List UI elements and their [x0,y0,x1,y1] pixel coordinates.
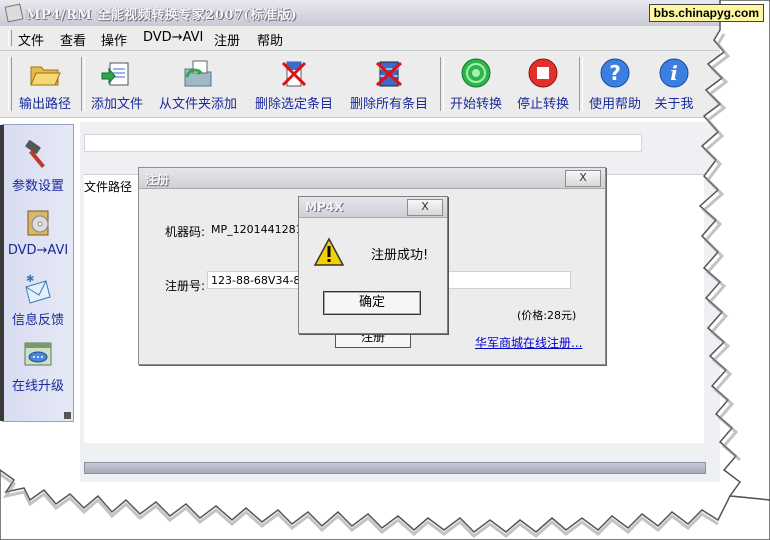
horizontal-scrollbar[interactable] [84,462,706,474]
toolbar-separator [579,57,583,111]
svg-text:i: i [670,61,678,85]
sidebar-item-feedback[interactable]: ✱ 信息反馈 [3,273,73,333]
message-box-close-button[interactable]: X [407,199,443,216]
register-dialog-title: 注册 [145,173,170,187]
output-path-label: 输出路径 [18,97,71,112]
register-dialog-title-bar: 注册 X [139,168,605,189]
sidebar-item-label: DVD→AVI [7,243,69,258]
register-close-button[interactable]: X [565,170,601,187]
add-file-icon [101,62,129,86]
add-from-folder-button[interactable]: 从文件夹添加 [152,57,244,113]
ok-button[interactable]: 确定 [323,291,421,315]
about-label: 关于我 [654,97,694,112]
dvd-icon [27,210,49,236]
delete-all-label: 删除所有条目 [349,97,428,112]
start-convert-icon [461,58,491,88]
price-label: (价格:28元) [517,309,577,322]
watermark-label: bbs.chinapyg.com [648,4,764,22]
sidebar-item-settings[interactable]: 参数设置 [3,139,73,199]
delete-selected-button[interactable]: 删除选定条目 [248,57,340,113]
svg-text:✱: ✱ [26,274,34,285]
message-box-title-bar: MP4X X [299,197,447,218]
online-register-link[interactable]: 华军商城在线注册... [475,334,582,351]
sidebar-item-dvd-avi[interactable]: DVD→AVI [3,207,73,267]
hammer-icon [25,140,45,168]
message-box-title: MP4X [305,200,344,214]
menu-bar: 文件 查看 操作 DVD→AVI 注册 帮助 [0,26,720,51]
warning-icon [313,237,345,266]
output-path-field[interactable] [84,134,642,152]
output-path-button[interactable]: 输出路径 [12,57,78,113]
menu-view[interactable]: 查看 [60,30,86,49]
machine-code-value: MP_12014412812 [211,223,310,236]
toolbar-separator [440,57,444,111]
menu-register[interactable]: 注册 [214,30,240,49]
sidebar-item-label: 信息反馈 [11,313,64,328]
file-path-column-header[interactable]: 文件路径 [84,178,132,195]
app-icon [4,3,24,23]
stop-convert-button[interactable]: 停止转换 [512,57,574,113]
envelope-icon: ✱ [25,274,51,304]
stop-convert-label: 停止转换 [516,97,569,112]
message-box: MP4X X 注册成功! 确定 [298,196,448,334]
help-label: 使用帮助 [588,97,641,112]
window-title-bar: MP4/RM 全能视频转换专家2007(标准版) [0,0,720,27]
reg-code-label: 注册号: [165,279,206,293]
sidebar-resize-grip[interactable] [64,412,71,419]
machine-code-label: 机器码: [165,225,206,239]
message-text: 注册成功! [371,248,429,263]
menu-dvd-avi[interactable]: DVD→AVI [143,30,203,45]
delete-selected-icon [281,61,307,87]
delete-all-icon [375,61,403,87]
menu-grip [8,30,12,46]
window-title: MP4/RM 全能视频转换专家2007(标准版) [26,8,298,23]
add-from-folder-icon [184,60,212,87]
about-button[interactable]: i 关于我 [650,57,698,113]
sidebar-item-online-update[interactable]: 在线升级 [3,339,73,399]
add-file-label: 添加文件 [90,97,143,112]
stop-convert-icon [528,58,558,88]
menu-file[interactable]: 文件 [18,30,44,49]
sidebar-item-label: 参数设置 [11,179,64,194]
start-convert-button[interactable]: 开始转换 [445,57,507,113]
delete-selected-label: 删除选定条目 [254,97,333,112]
menu-operate[interactable]: 操作 [101,30,127,49]
svg-text:?: ? [609,61,621,85]
folder-open-icon [30,66,61,86]
about-icon: i [659,58,689,88]
toolbar: 输出路径 添加文件 从文件夹添加 删除选定条目 删除所有条目 开始转换 停止转换… [0,51,720,118]
chat-window-icon [24,342,52,366]
delete-all-button[interactable]: 删除所有条目 [343,57,435,113]
menu-help[interactable]: 帮助 [257,30,283,49]
start-convert-label: 开始转换 [449,97,502,112]
help-icon: ? [600,58,630,88]
sidebar: 参数设置 DVD→AVI ✱ 信息反馈 在线升级 [0,124,74,422]
help-button[interactable]: ? 使用帮助 [584,57,646,113]
add-from-folder-label: 从文件夹添加 [158,97,237,112]
sidebar-item-label: 在线升级 [11,379,64,394]
add-file-button[interactable]: 添加文件 [86,57,148,113]
toolbar-separator [81,57,85,111]
